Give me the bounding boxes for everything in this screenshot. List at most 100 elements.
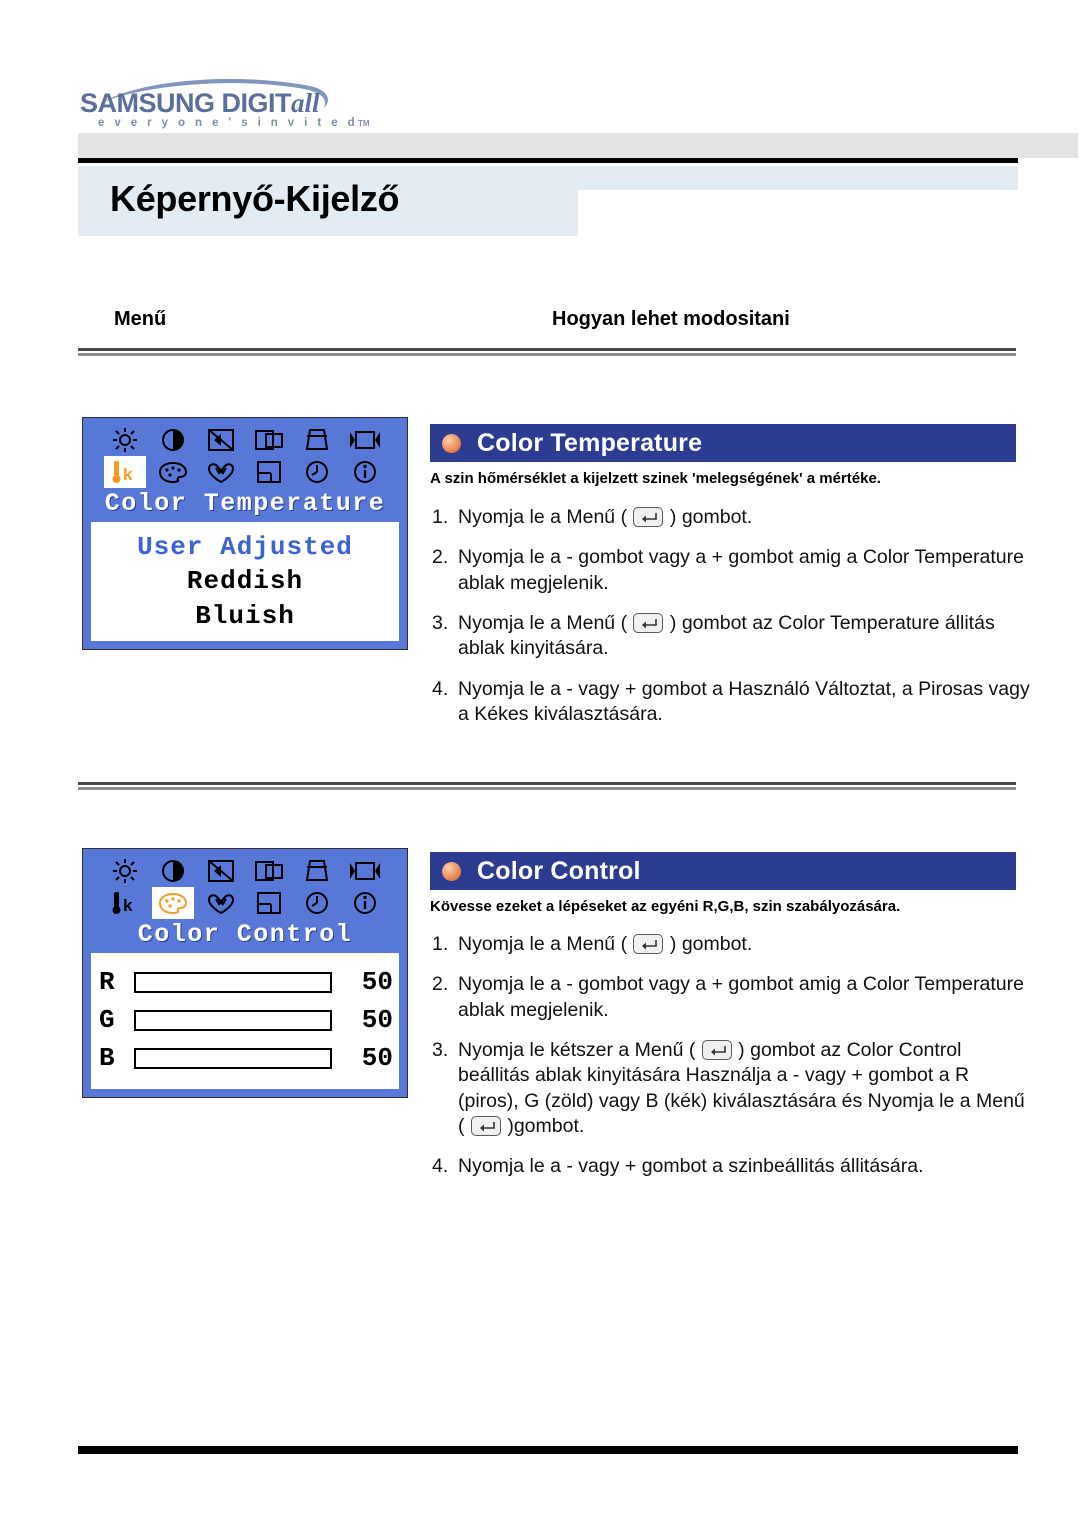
image-lock-icon[interactable] (200, 456, 242, 488)
osd-options-box: User Adjusted Reddish Bluish (91, 522, 399, 641)
osd-option-bluish[interactable]: Bluish (97, 599, 393, 633)
step-number: 4. (432, 677, 449, 700)
slider-row-r[interactable]: R 50 (99, 967, 393, 997)
section-title: Color Temperature (477, 428, 703, 457)
steps-color-control: 1. Nyomja le a Menű ( ) gombot. 2. Nyomj… (432, 932, 1032, 1195)
osd-color-control: k Color Control R 50 G 50 B 50 (82, 848, 408, 1098)
step-text: Nyomja le a Menű ( ) gombot. (458, 933, 753, 955)
step-number: 2. (432, 973, 449, 996)
osd-menu-label: Color Control (137, 920, 353, 949)
information-icon[interactable] (344, 887, 386, 919)
slider-value-r: 50 (361, 967, 393, 997)
step-number: 4. (432, 1155, 449, 1178)
osd-icon-grid: k (91, 855, 399, 919)
step-text: Nyomja le a Menű ( ) gombot. (458, 506, 753, 528)
color-temperature-icon[interactable]: k (104, 456, 146, 488)
h-size-icon[interactable] (344, 424, 386, 456)
color-control-icon[interactable] (152, 456, 194, 488)
moire-icon[interactable] (200, 424, 242, 456)
moire-icon[interactable] (200, 855, 242, 887)
step-text: Nyomja le a - vagy + gombot a szinbeálli… (458, 1155, 924, 1178)
section-header-color-temperature: Color Temperature (430, 424, 1016, 462)
osd-option-reddish[interactable]: Reddish (97, 564, 393, 598)
brightness-icon[interactable] (104, 855, 146, 887)
slider-value-b: 50 (361, 1043, 393, 1073)
enter-key-icon (633, 934, 664, 954)
h-position-icon[interactable] (248, 424, 290, 456)
color-temperature-icon[interactable]: k (104, 887, 146, 919)
column-header-menu: Menű (114, 308, 167, 330)
slider-track-r[interactable] (134, 971, 332, 993)
enter-key-icon (701, 1040, 732, 1061)
enter-key-icon (470, 1116, 501, 1137)
bullet-sphere-icon (442, 861, 461, 881)
step-item: 2. Nyomja le a - gombot vagy a + gombot … (432, 545, 1032, 596)
step-text: Nyomja le kétszer a Menű ( ) gombot az C… (458, 1039, 1025, 1138)
contrast-icon[interactable] (152, 424, 194, 456)
step-item: 4. Nyomja le a - vagy + gombot a szinbeá… (432, 1154, 1032, 1179)
slider-track-b[interactable] (134, 1047, 332, 1069)
header-grey-bar (78, 133, 1078, 158)
step-item: 4. Nyomja le a - vagy + gombot a Használ… (432, 677, 1032, 728)
osd-icon-row-2: k (104, 887, 386, 919)
step-item: 1. Nyomja le a Menű ( ) gombot. (432, 505, 1032, 530)
slider-label-r: R (99, 967, 115, 997)
h-size-icon[interactable] (344, 855, 386, 887)
osd-icon-row-2: k (104, 456, 386, 488)
svg-text:k: k (123, 465, 133, 484)
step-item: 3. Nyomja le a Menű ( ) gombot az Color … (432, 611, 1032, 662)
page-bottom-rule (78, 1446, 1018, 1454)
slider-row-b[interactable]: B 50 (99, 1043, 393, 1073)
image-lock-icon[interactable] (200, 887, 242, 919)
svg-text:k: k (123, 896, 133, 915)
contrast-icon[interactable] (152, 855, 194, 887)
color-control-icon[interactable] (152, 887, 194, 919)
h-position-icon[interactable] (248, 855, 290, 887)
v-size-icon[interactable] (248, 887, 290, 919)
osd-slider-box: R 50 G 50 B 50 (91, 953, 399, 1089)
step-number: 3. (432, 612, 449, 635)
osd-option-user-adjusted[interactable]: User Adjusted (97, 530, 393, 564)
enter-key-icon (633, 507, 664, 527)
samsung-logo: SAMSUNG DIGITall e v e r y o n e ' s i n… (78, 72, 370, 130)
header-black-rule (78, 158, 1018, 163)
step-number: 1. (432, 506, 449, 528)
osd-menu-label: Color Temperature (104, 489, 386, 518)
logo-tagline: e v e r y o n e ' s i n v i t e dTM (98, 117, 370, 129)
step-item: 3. Nyomja le kétszer a Menű ( ) gombot a… (432, 1038, 1032, 1139)
section-description-color-temperature: A szin hőmérséklet a kijelzett szinek 'm… (430, 470, 881, 487)
step-number: 1. (432, 933, 449, 955)
step-item: 1. Nyomja le a Menű ( ) gombot. (432, 932, 1032, 957)
section-description-color-control: Kövesse ezeket a lépéseket az egyéni R,G… (430, 898, 901, 915)
osd-time-icon[interactable] (296, 456, 338, 488)
logo-wordmark: SAMSUNG DIGITall (80, 88, 320, 118)
slider-label-g: G (99, 1005, 115, 1035)
title-banner-notch (578, 190, 1018, 236)
section-header-color-control: Color Control (430, 852, 1016, 890)
page-title: Képernyő-Kijelző (110, 178, 400, 219)
step-number: 2. (432, 546, 449, 569)
osd-icon-row-1 (104, 424, 386, 456)
enter-key-icon (633, 613, 664, 634)
section-title: Color Control (477, 856, 641, 885)
osd-icon-row-1 (104, 855, 386, 887)
bullet-sphere-icon (442, 433, 461, 453)
column-header-how: Hogyan lehet modositani (552, 308, 790, 330)
steps-color-temperature: 1. Nyomja le a Menű ( ) gombot. 2. Nyomj… (432, 505, 1032, 742)
header-divider (78, 348, 1016, 357)
step-text: Nyomja le a Menű ( ) gombot az Color Tem… (458, 612, 995, 660)
slider-value-g: 50 (361, 1005, 393, 1035)
step-text: Nyomja le a - vagy + gombot a Használó V… (458, 677, 1030, 726)
osd-time-icon[interactable] (296, 887, 338, 919)
v-size-icon[interactable] (248, 456, 290, 488)
brightness-icon[interactable] (104, 424, 146, 456)
step-text: Nyomja le a - gombot vagy a + gombot ami… (458, 546, 1024, 594)
slider-row-g[interactable]: G 50 (99, 1005, 393, 1035)
v-position-icon[interactable] (296, 424, 338, 456)
information-icon[interactable] (344, 456, 386, 488)
slider-track-g[interactable] (134, 1009, 332, 1031)
section-divider (78, 782, 1016, 791)
v-position-icon[interactable] (296, 855, 338, 887)
osd-icon-grid: k (91, 424, 399, 488)
step-text: Nyomja le a - gombot vagy a + gombot ami… (458, 973, 1024, 1021)
